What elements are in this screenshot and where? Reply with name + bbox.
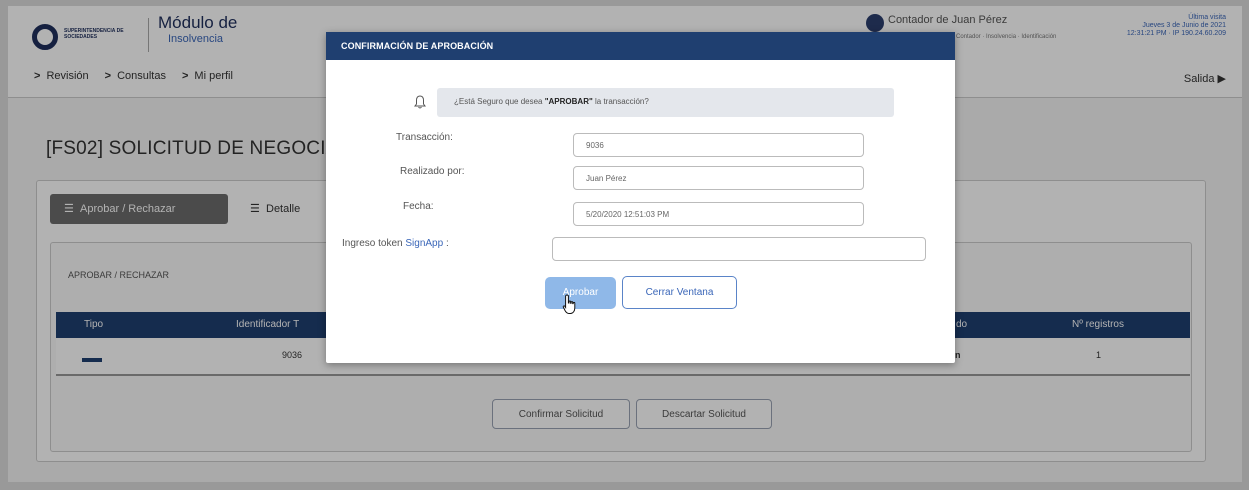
approval-confirmation-dialog: CONFIRMACIÓN DE APROBACIÓN ¿Está Seguro …	[326, 32, 955, 363]
realizado-label: Realizado por:	[400, 166, 465, 177]
close-window-button[interactable]: Cerrar Ventana	[622, 276, 737, 309]
fecha-label: Fecha:	[403, 201, 434, 212]
dialog-title: CONFIRMACIÓN DE APROBACIÓN	[326, 32, 955, 60]
hand-cursor-icon	[562, 294, 576, 314]
bell-icon	[414, 95, 426, 109]
approve-button[interactable]: Aprobar	[545, 277, 616, 309]
transaccion-field: 9036	[573, 133, 864, 157]
fecha-field: 5/20/2020 12:51:03 PM	[573, 202, 864, 226]
token-input[interactable]	[552, 237, 926, 261]
token-label: Ingreso token SignApp :	[342, 238, 449, 249]
transaccion-label: Transacción:	[396, 132, 453, 143]
signapp-link[interactable]: SignApp	[405, 238, 443, 249]
realizado-field: Juan Pérez	[573, 166, 864, 190]
confirmation-message: ¿Está Seguro que desea "APROBAR" la tran…	[437, 88, 894, 117]
